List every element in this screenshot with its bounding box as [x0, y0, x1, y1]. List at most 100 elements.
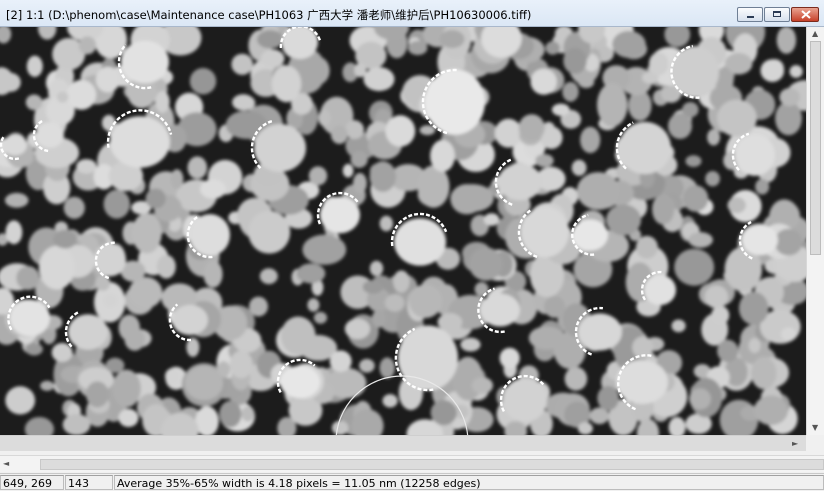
window-horizontal-scrollbar[interactable]: ◄	[0, 455, 824, 472]
particle	[63, 196, 85, 219]
particle	[156, 254, 176, 279]
particle	[248, 210, 291, 254]
image-horizontal-scrollbar[interactable]: ►	[0, 435, 806, 451]
large-particle	[521, 206, 569, 258]
particle	[738, 291, 769, 325]
particle	[564, 366, 588, 391]
particle	[760, 59, 785, 82]
particle	[597, 385, 619, 411]
large-particle	[10, 299, 50, 337]
large-particle	[110, 116, 170, 168]
particle	[131, 213, 162, 254]
particle	[145, 188, 166, 209]
large-particle	[68, 314, 108, 350]
particle	[189, 68, 217, 95]
particle	[103, 293, 118, 308]
particle	[562, 81, 579, 102]
particle	[780, 327, 797, 341]
particle	[369, 260, 384, 277]
large-particle	[578, 313, 622, 351]
minimize-button[interactable]	[737, 7, 763, 22]
particle	[668, 113, 692, 139]
particle	[612, 30, 646, 58]
maximize-button[interactable]	[764, 7, 790, 22]
particle	[775, 101, 802, 136]
cursor-position: 649, 269	[0, 475, 64, 490]
particle	[38, 245, 75, 290]
particle	[577, 422, 593, 435]
particle	[257, 30, 284, 49]
particle	[471, 377, 493, 394]
scroll-right-arrow-icon[interactable]: ►	[792, 439, 798, 449]
particle	[704, 285, 729, 309]
sem-micrograph[interactable]	[0, 27, 806, 435]
particle	[682, 185, 709, 212]
image-viewport[interactable]	[0, 27, 806, 435]
particle	[685, 155, 702, 168]
scroll-left-arrow-icon[interactable]: ◄	[3, 459, 9, 469]
particle	[124, 328, 145, 351]
vertical-scrollbar[interactable]: ▲ ▼	[806, 27, 824, 435]
particle	[187, 156, 208, 179]
particle	[393, 270, 410, 293]
scroll-corner	[806, 435, 824, 451]
particle	[296, 263, 326, 284]
large-particle	[394, 218, 446, 266]
particle	[103, 189, 130, 219]
particle	[16, 266, 40, 290]
particle	[518, 114, 545, 141]
particle	[707, 128, 721, 146]
particle	[308, 166, 328, 186]
close-button[interactable]	[791, 7, 819, 22]
particle	[86, 381, 109, 408]
particle	[184, 365, 224, 401]
horizontal-scroll-thumb[interactable]	[40, 459, 824, 470]
particle	[318, 109, 331, 127]
particle	[350, 150, 368, 168]
particle	[439, 30, 465, 49]
window-title: [2] 1:1 (D:\phenom\case\Maintenance case…	[6, 8, 532, 22]
particle	[705, 171, 720, 187]
particle	[280, 316, 316, 356]
scroll-up-arrow-icon[interactable]: ▲	[812, 29, 818, 39]
scroll-down-arrow-icon[interactable]: ▼	[812, 423, 818, 433]
particle	[469, 247, 503, 281]
particle	[571, 159, 587, 176]
particle	[345, 120, 364, 140]
particle	[363, 67, 395, 92]
particle	[530, 68, 557, 95]
large-particle	[742, 224, 778, 256]
particle	[371, 309, 387, 328]
particle	[430, 400, 457, 426]
large-particle	[254, 124, 306, 172]
status-message: Average 35%-65% width is 4.18 pixels = 1…	[114, 475, 824, 490]
particle	[200, 179, 226, 199]
particle	[652, 193, 675, 225]
particle	[779, 88, 800, 107]
particle	[499, 347, 520, 369]
large-particle	[36, 122, 64, 148]
particle	[369, 161, 396, 192]
large-particle	[3, 134, 27, 156]
particle	[776, 27, 797, 54]
particle	[331, 420, 349, 435]
particle	[25, 342, 43, 356]
particle	[379, 215, 393, 232]
particle	[354, 63, 367, 78]
particle	[353, 172, 367, 194]
particle	[382, 394, 398, 408]
title-bar[interactable]: [2] 1:1 (D:\phenom\case\Maintenance case…	[0, 0, 824, 27]
particle	[203, 260, 223, 288]
particle	[674, 248, 715, 286]
large-particle	[190, 214, 230, 256]
large-particle	[320, 196, 360, 234]
particle	[753, 395, 789, 426]
large-particle	[94, 243, 126, 277]
particle	[648, 52, 669, 76]
particle	[165, 368, 181, 385]
particle	[260, 49, 285, 68]
particle	[576, 172, 620, 210]
particle	[748, 338, 761, 353]
particle	[689, 388, 711, 410]
vertical-scroll-thumb[interactable]	[810, 41, 821, 255]
